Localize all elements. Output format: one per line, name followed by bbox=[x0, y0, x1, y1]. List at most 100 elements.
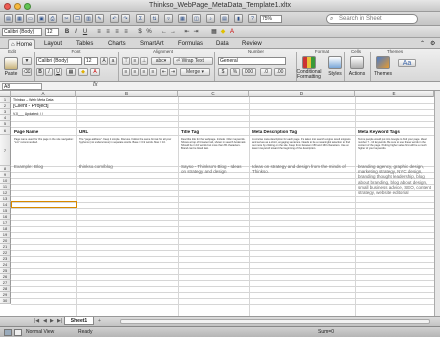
cell-guidance-title-tag[interactable]: Describe title for the webpage. Include … bbox=[181, 138, 247, 157]
templates-icon[interactable]: ▦ bbox=[15, 14, 24, 23]
search-input[interactable]: ⌕ Search in Sheet bbox=[326, 14, 418, 24]
cell-guidance-page-name[interactable]: Page name used for this page in the site… bbox=[14, 138, 75, 157]
borders-icon[interactable]: ▦ bbox=[210, 28, 218, 36]
column-header[interactable]: E bbox=[355, 91, 434, 97]
cells-actions-icon[interactable] bbox=[350, 56, 364, 69]
increase-indent-icon[interactable]: ⇥ bbox=[192, 28, 200, 36]
decrease-indent-button[interactable]: ⇤ bbox=[160, 68, 168, 76]
percent-icon[interactable]: % bbox=[145, 28, 153, 36]
justify-icon[interactable]: ≡ bbox=[122, 28, 130, 36]
clear-button[interactable]: ⌫ bbox=[22, 68, 32, 76]
first-sheet-arrow-icon[interactable]: |◀ bbox=[34, 318, 39, 324]
zoom-field[interactable]: 75% bbox=[260, 15, 282, 23]
column-header[interactable]: C bbox=[178, 91, 249, 97]
align-top-icon[interactable]: ⊤ bbox=[122, 57, 130, 65]
redo-icon[interactable]: ↷ bbox=[121, 14, 130, 23]
cell-guidance-meta-description[interactable]: A concise meta description for each page… bbox=[252, 138, 353, 157]
merge-button[interactable]: Merge ▾ bbox=[180, 68, 210, 76]
cell-a3[interactable]: V.0___ Updated: / / bbox=[13, 112, 173, 117]
align-center-icon[interactable]: ≡ bbox=[104, 28, 112, 36]
fmtbar-font-name[interactable]: Calibri (Body) bbox=[2, 28, 42, 36]
row-header[interactable]: 30 bbox=[0, 298, 11, 304]
cell-header-title-tag[interactable]: Title Tag bbox=[181, 130, 247, 135]
conditional-formatting-icon[interactable] bbox=[302, 56, 316, 69]
tab-smartart[interactable]: SmartArt bbox=[138, 39, 166, 49]
comma-style-button[interactable]: 000 bbox=[242, 68, 256, 76]
cell-header-page-name[interactable]: Page Name bbox=[14, 130, 74, 135]
ribbon-collapse-icon[interactable]: ⌃ bbox=[418, 39, 427, 49]
sheet-tab-sheet1[interactable]: Sheet1 bbox=[64, 317, 94, 325]
open-icon[interactable]: ▭ bbox=[26, 14, 35, 23]
row-header[interactable]: 6 bbox=[0, 127, 11, 135]
show-hide-icon[interactable]: ▤ bbox=[220, 14, 229, 23]
new-workbook-icon[interactable]: ▤ bbox=[4, 14, 13, 23]
help-icon[interactable]: ? bbox=[248, 14, 257, 23]
horizontal-scrollbar[interactable] bbox=[120, 319, 430, 324]
prev-sheet-arrow-icon[interactable]: ◀ bbox=[43, 318, 47, 324]
sort-icon[interactable]: ⇅ bbox=[150, 14, 159, 23]
styles-icon[interactable] bbox=[328, 56, 342, 69]
cell-example-url[interactable]: thinkso.com/blog bbox=[79, 164, 175, 169]
column-header[interactable]: D bbox=[249, 91, 355, 97]
number-format-select[interactable]: General bbox=[218, 57, 286, 65]
cell-header-meta-description[interactable]: Meta Description Tag bbox=[252, 130, 352, 135]
fmtbar-font-size[interactable]: 12 bbox=[45, 28, 59, 36]
tab-review[interactable]: Review bbox=[240, 39, 264, 49]
copy-icon[interactable]: ❐ bbox=[73, 14, 82, 23]
theme-fonts-button[interactable]: Aa bbox=[398, 59, 416, 67]
underline-button[interactable]: U bbox=[54, 68, 62, 76]
tab-data[interactable]: Data bbox=[214, 39, 231, 49]
borders-button[interactable]: ▦ bbox=[66, 68, 76, 76]
chart-icon[interactable]: ▮ bbox=[234, 14, 243, 23]
italic-icon[interactable]: I bbox=[72, 28, 80, 36]
toolbox-icon[interactable]: ◫ bbox=[192, 14, 201, 23]
column-header[interactable]: A bbox=[11, 91, 76, 97]
fill-button[interactable]: ▼ bbox=[22, 57, 32, 65]
font-name-select[interactable]: Calibri (Body) bbox=[36, 57, 82, 65]
cell-guidance-meta-keywords[interactable]: Terms people would put into Google to fi… bbox=[358, 138, 432, 157]
tab-home[interactable]: ⌂ Home bbox=[8, 39, 36, 49]
autosum-icon[interactable]: Σ bbox=[136, 14, 145, 23]
increase-decimal-button[interactable]: .0 bbox=[260, 68, 272, 76]
function-icon[interactable]: fx bbox=[93, 82, 98, 88]
decrease-decimal-button[interactable]: .00 bbox=[274, 68, 286, 76]
highlight-button[interactable]: ◆ bbox=[78, 68, 88, 76]
themes-icon[interactable] bbox=[376, 56, 390, 69]
percent-button[interactable]: % bbox=[230, 68, 240, 76]
align-left-icon[interactable]: ≡ bbox=[95, 28, 103, 36]
increase-decimal-icon[interactable]: → bbox=[169, 28, 177, 36]
ribbon-options-gear-icon[interactable]: ⚙ bbox=[428, 39, 437, 49]
font-color-icon[interactable]: A bbox=[228, 28, 236, 36]
paste-icon[interactable]: ▥ bbox=[84, 14, 93, 23]
currency-button[interactable]: $ bbox=[218, 68, 228, 76]
media-icon[interactable]: ♪ bbox=[206, 14, 215, 23]
align-left-button[interactable]: ≡ bbox=[122, 68, 130, 76]
align-right-icon[interactable]: ≡ bbox=[113, 28, 121, 36]
cell-header-meta-keywords[interactable]: Meta Keyword Tags bbox=[358, 130, 432, 135]
align-bottom-icon[interactable]: ⊥ bbox=[140, 57, 148, 65]
increase-indent-button[interactable]: ⇥ bbox=[169, 68, 177, 76]
tab-formulas[interactable]: Formulas bbox=[176, 39, 205, 49]
page-layout-view-icon[interactable] bbox=[14, 329, 22, 336]
column-header[interactable]: B bbox=[76, 91, 178, 97]
bold-icon[interactable]: B bbox=[63, 28, 71, 36]
orientation-icon[interactable]: abc▾ bbox=[151, 57, 171, 65]
underline-icon[interactable]: U bbox=[81, 28, 89, 36]
print-icon[interactable]: ⎙ bbox=[48, 14, 57, 23]
decrease-indent-icon[interactable]: ⇤ bbox=[183, 28, 191, 36]
format-painter-icon[interactable]: ✎ bbox=[95, 14, 104, 23]
bold-button[interactable]: B bbox=[36, 68, 44, 76]
row-header[interactable]: 7 bbox=[0, 135, 11, 166]
font-size-select[interactable]: 12 bbox=[84, 57, 98, 65]
align-center-button[interactable]: ≡ bbox=[131, 68, 139, 76]
cell-example-title-tag[interactable]: Sayso - Thinkso's Blog - Ideas on strate… bbox=[181, 164, 247, 174]
last-sheet-arrow-icon[interactable]: ▶| bbox=[57, 318, 62, 324]
paste-clipboard-icon[interactable] bbox=[4, 57, 18, 70]
spreadsheet-grid[interactable]: A B C D E 1 2 3 4 5 6 7 8 9 10 11 12 13 14 15 16 17 18 19 2… bbox=[0, 91, 434, 316]
filter-icon[interactable]: ▿ bbox=[164, 14, 173, 23]
align-right-button[interactable]: ≡ bbox=[140, 68, 148, 76]
add-sheet-icon[interactable]: + bbox=[98, 318, 101, 324]
wrap-text-button[interactable]: ⏎ Wrap Text bbox=[173, 57, 213, 65]
italic-button[interactable]: I bbox=[45, 68, 53, 76]
save-icon[interactable]: ▣ bbox=[37, 14, 46, 23]
